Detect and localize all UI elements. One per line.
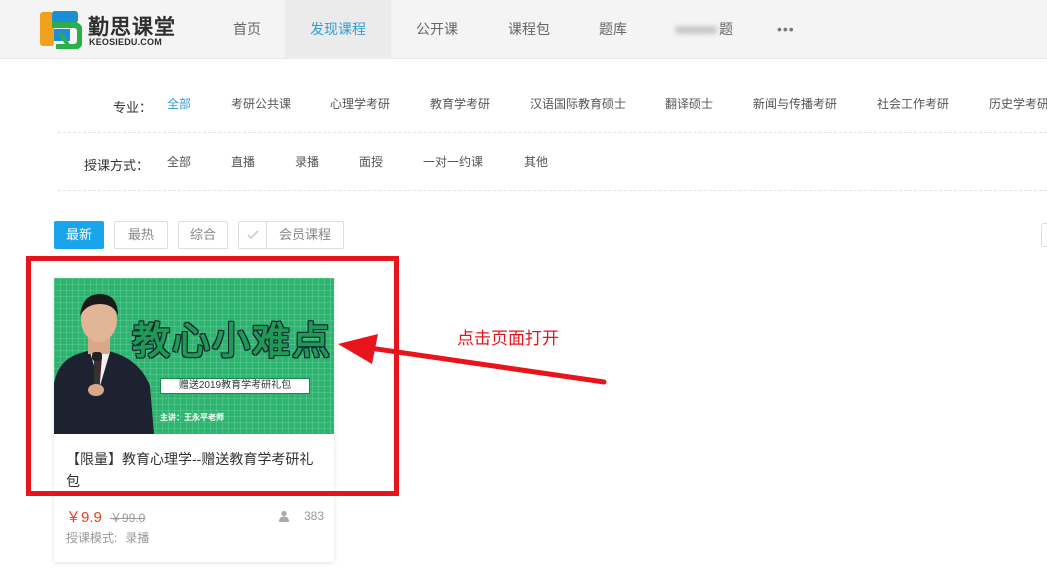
major-option-education[interactable]: 教育学考研 [430,95,530,112]
top-header: 勤思课堂 KEOSIEDU.COM 首页 发现课程 公开课 课程包 题库 题 •… [0,0,1047,59]
view-toggle-edge[interactable] [1041,223,1047,247]
logo-subtext: KEOSIEDU.COM [89,37,162,47]
course-price: ￥9.9 [66,509,102,526]
nav-item-course-packages[interactable]: 课程包 [483,0,575,59]
sort-tab-hottest[interactable]: 最热 [114,221,168,249]
mode-filter-options: 全部 直播 录播 面授 一对一约课 其他 [167,153,574,170]
nav-item-home[interactable]: 首页 [200,0,285,59]
checkbox-icon[interactable] [239,222,267,248]
course-mode: 授课模式: 录播 [66,529,149,546]
sort-tab-newest[interactable]: 最新 [54,221,104,249]
mode-filter-label: 授课方式： [84,158,150,173]
major-option-chinese-intl[interactable]: 汉语国际教育硕士 [530,95,665,112]
major-option-journalism[interactable]: 新闻与传播考研 [753,95,877,112]
more-menu-icon[interactable]: ••• [757,0,815,59]
major-option-public-courses[interactable]: 考研公共课 [231,95,330,112]
site-logo[interactable]: 勤思课堂 KEOSIEDU.COM [38,9,188,49]
learner-count-value: 383 [303,509,324,523]
course-mode-value: 录播 [125,531,150,545]
annotation-text: 点击页面打开 [457,329,559,348]
logo-icon [40,11,82,49]
blurred-text [675,25,717,34]
mode-option-in-person[interactable]: 面授 [359,153,423,170]
course-original-price: ￥99.0 [110,511,146,525]
major-filter-options: 全部 考研公共课 心理学考研 教育学考研 汉语国际教育硕士 翻译硕士 新闻与传播… [167,95,1047,112]
nav-item-open-courses[interactable]: 公开课 [391,0,483,59]
nav-item-blurred[interactable]: 题 [651,0,757,59]
sort-tabs: 最新 最热 综合 会员课程 [54,221,354,249]
learner-count: 383 [278,509,324,523]
price-row: ￥9.9 ￥99.0 383 [66,506,324,526]
mode-option-recorded[interactable]: 录播 [295,153,359,170]
major-filter-row: 专业： 全部 考研公共课 心理学考研 教育学考研 汉语国际教育硕士 翻译硕士 新… [58,75,1047,133]
member-courses-label: 会员课程 [279,227,332,242]
major-option-social-work[interactable]: 社会工作考研 [877,95,989,112]
mode-option-live[interactable]: 直播 [231,153,295,170]
mode-option-one-on-one[interactable]: 一对一约课 [423,153,524,170]
nav-item-question-bank[interactable]: 题库 [575,0,651,59]
nav-item-discover-courses[interactable]: 发现课程 [285,0,391,59]
user-icon [278,510,289,522]
major-option-all[interactable]: 全部 [167,95,231,112]
major-option-translation[interactable]: 翻译硕士 [665,95,753,112]
member-courses-toggle[interactable]: 会员课程 [238,221,345,249]
nav-item-blurred-label: 题 [719,21,733,37]
major-option-psychology[interactable]: 心理学考研 [330,95,430,112]
mode-option-all[interactable]: 全部 [167,153,231,170]
mode-filter-row: 授课方式： 全部 直播 录播 面授 一对一约课 其他 [58,133,1047,191]
course-mode-label: 授课模式: [66,531,118,545]
main-nav: 首页 发现课程 公开课 课程包 题库 题 ••• [200,0,815,59]
major-option-history[interactable]: 历史学考研 [989,95,1047,112]
mode-option-other[interactable]: 其他 [524,153,574,170]
major-filter-label: 专业： [113,100,153,115]
sort-tab-overall[interactable]: 综合 [178,221,228,249]
